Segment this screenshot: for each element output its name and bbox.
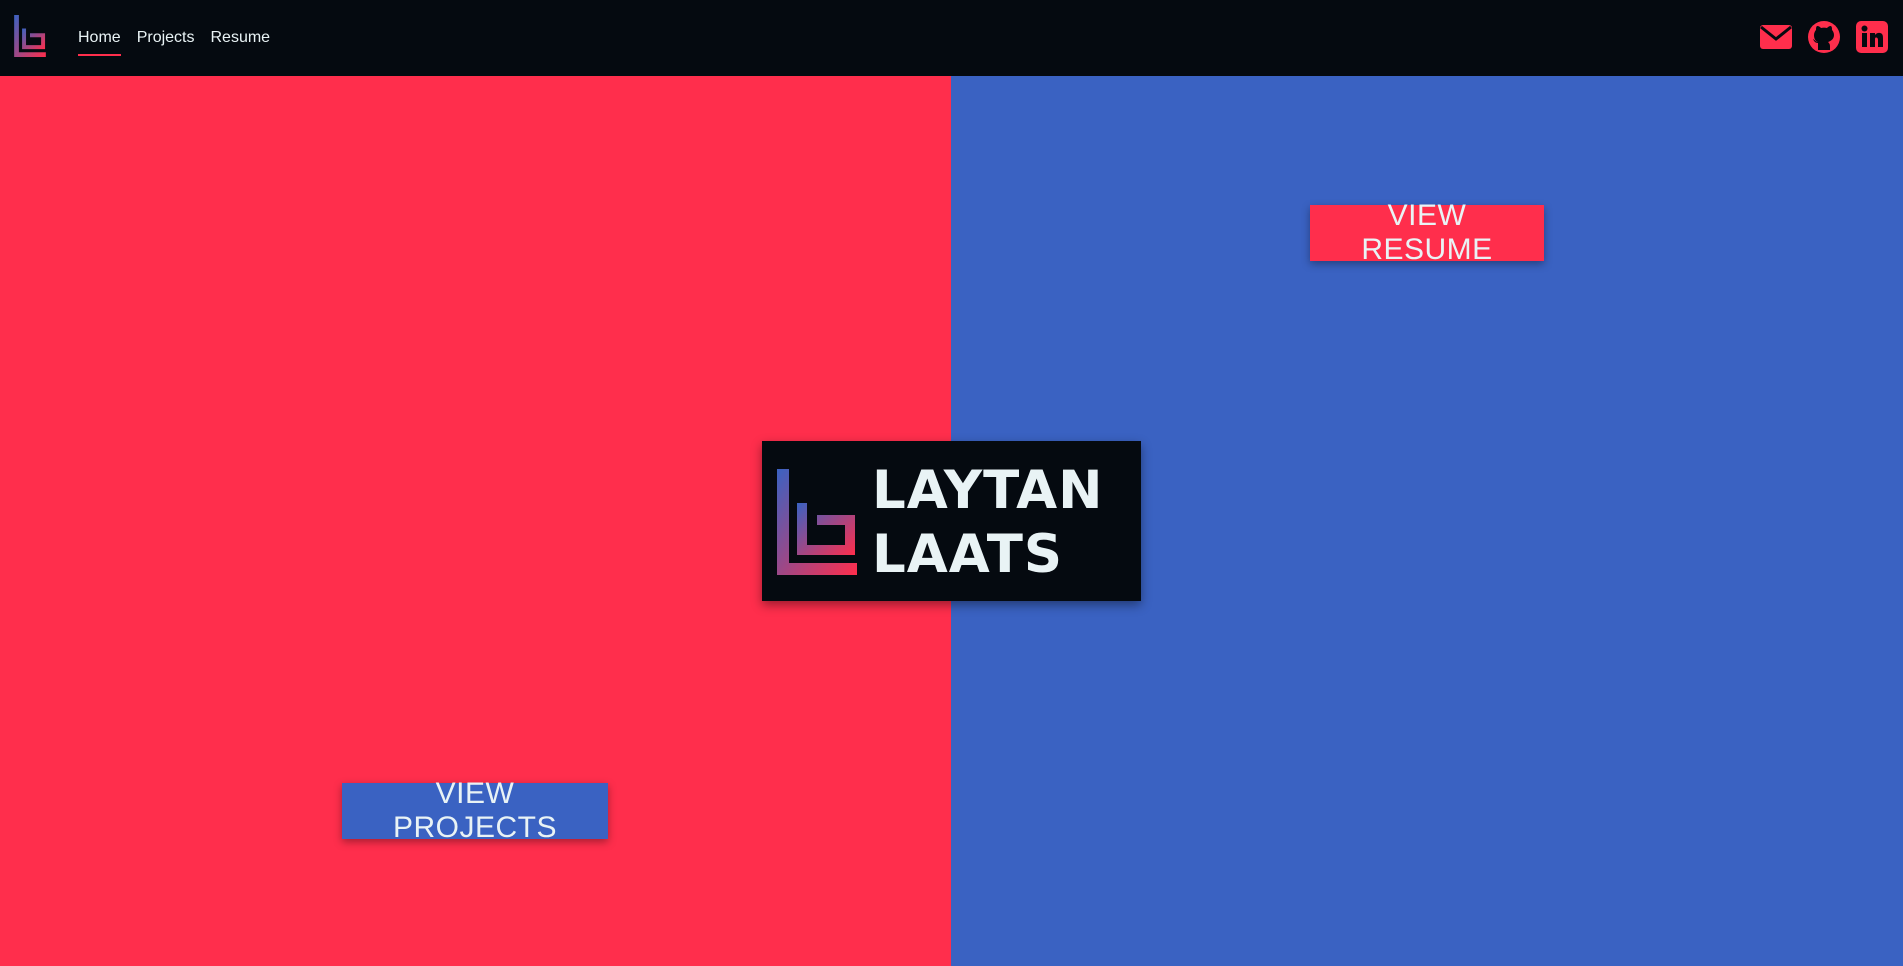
- view-resume-button[interactable]: VIEW RESUME: [1310, 199, 1544, 266]
- social-links: [1759, 20, 1889, 54]
- brand-card: LAYTAN LAATS: [762, 441, 1141, 601]
- brand-last-name: LAATS: [872, 524, 1064, 585]
- nav-link-resume[interactable]: Resume: [210, 25, 270, 51]
- view-projects-button[interactable]: VIEW PROJECTS: [342, 777, 608, 844]
- github-icon[interactable]: [1807, 20, 1841, 54]
- brand-logo-icon: [777, 469, 857, 575]
- linkedin-icon[interactable]: [1855, 20, 1889, 54]
- nav-link-projects[interactable]: Projects: [137, 25, 195, 51]
- brand-name: LAYTAN LAATS: [872, 459, 1104, 587]
- nav-link-home[interactable]: Home: [78, 25, 121, 56]
- brand-first-name: LAYTAN: [872, 460, 1104, 521]
- site-logo-icon[interactable]: [14, 15, 46, 57]
- envelope-icon[interactable]: [1759, 20, 1793, 54]
- navbar: Home Projects Resume: [0, 0, 1903, 76]
- nav-links: Home Projects Resume: [78, 0, 270, 76]
